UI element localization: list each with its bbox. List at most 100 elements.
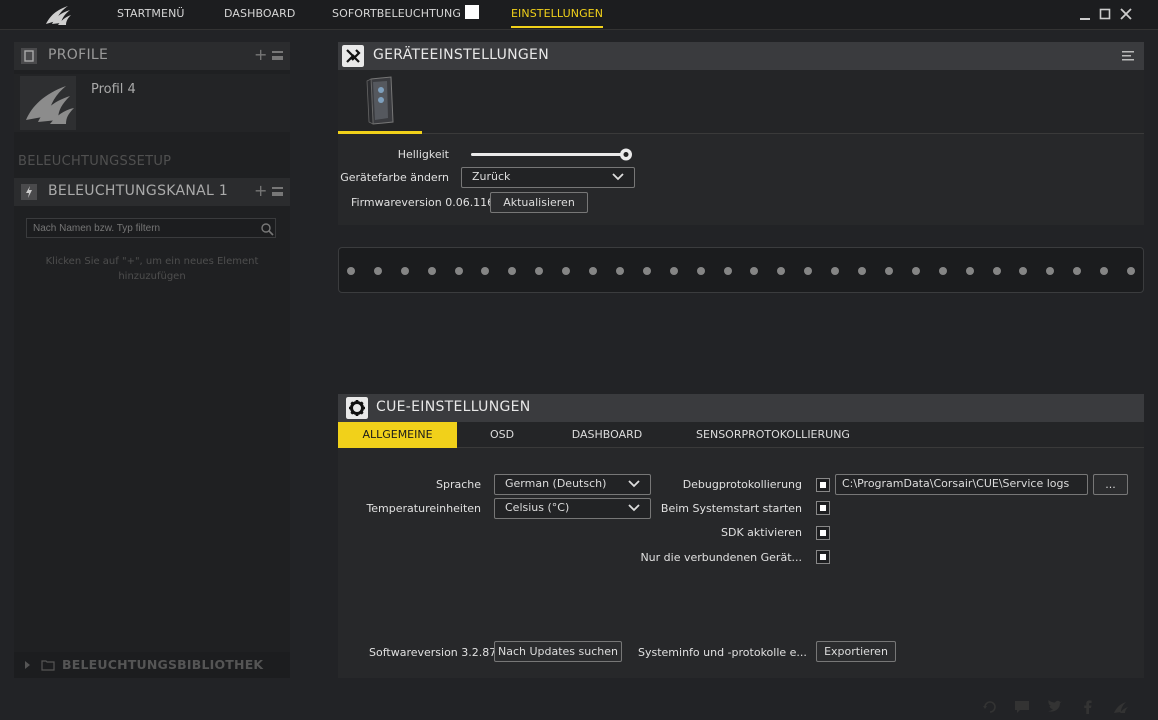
profile-name: Profil 4: [91, 82, 136, 97]
nav-dashboard[interactable]: DASHBOARD: [224, 0, 295, 28]
led-dot[interactable]: [1019, 267, 1028, 275]
add-lighting-effect-icon[interactable]: +: [254, 181, 267, 200]
panel-menu-icon[interactable]: [1122, 51, 1134, 61]
tools-icon: [342, 45, 364, 67]
cue-settings-header: CUE-EINSTELLUNGEN: [338, 394, 1144, 422]
minimize-icon[interactable]: [1078, 6, 1092, 22]
brightness-label: Helligkeit: [397, 148, 449, 161]
temperature-units-dropdown[interactable]: Celsius (°C): [494, 498, 651, 519]
firmware-version-label: Firmwareversion 0.06.116: [351, 196, 495, 209]
pc-case-icon: [366, 76, 394, 125]
led-dot[interactable]: [454, 267, 463, 275]
profile-icon: [21, 48, 37, 64]
profile-item[interactable]: Profil 4: [14, 74, 290, 132]
temperature-units-value: Celsius (°C): [505, 501, 570, 514]
led-dot[interactable]: [750, 267, 759, 275]
debug-logging-checkbox[interactable]: [816, 478, 830, 492]
browse-log-path-button[interactable]: ...: [1093, 474, 1128, 495]
debug-logging-label: Debugprotokollierung: [682, 478, 802, 491]
led-dot[interactable]: [696, 267, 705, 275]
search-icon[interactable]: [260, 222, 274, 236]
tab-dashboard[interactable]: DASHBOARD: [557, 422, 657, 448]
twitter-icon[interactable]: [1047, 700, 1063, 714]
profile-header: PROFILE +: [14, 42, 290, 70]
export-button[interactable]: Exportieren: [816, 641, 896, 662]
led-dot[interactable]: [508, 267, 517, 275]
led-dot[interactable]: [427, 267, 436, 275]
sdk-enable-checkbox[interactable]: [816, 526, 830, 540]
lighting-channel-header[interactable]: BELEUCHTUNGSKANAL 1 +: [14, 178, 290, 206]
tab-sensor-logging[interactable]: SENSORPROTOKOLLIERUNG: [688, 422, 858, 448]
led-dot[interactable]: [1100, 267, 1109, 275]
led-dot[interactable]: [965, 267, 974, 275]
nav-instant-lighting[interactable]: SOFORTBELEUCHTUNG: [332, 0, 479, 28]
temperature-units-label: Temperatureinheiten: [366, 502, 481, 515]
check-updates-button[interactable]: Nach Updates suchen: [494, 641, 622, 662]
cue-tab-bar: ALLGEMEINE OSD DASHBOARD SENSORPROTOKOLL…: [338, 422, 1144, 448]
tab-osd[interactable]: OSD: [468, 422, 536, 448]
expand-arrow-icon[interactable]: [24, 660, 32, 670]
led-dot[interactable]: [669, 267, 678, 275]
led-dot[interactable]: [373, 267, 382, 275]
led-dot[interactable]: [858, 267, 867, 275]
led-dot[interactable]: [481, 267, 490, 275]
brightness-knob-dot: [623, 152, 629, 157]
filter-input[interactable]: [26, 218, 276, 238]
device-tab-case[interactable]: [338, 70, 422, 134]
led-dot[interactable]: [589, 267, 598, 275]
led-dot[interactable]: [911, 267, 920, 275]
cue-settings-panel: CUE-EINSTELLUNGEN ALLGEMEINE OSD DASHBOA…: [338, 394, 1144, 678]
language-label: Sprache: [435, 478, 481, 491]
led-dot[interactable]: [562, 267, 571, 275]
start-on-boot-label: Beim Systemstart starten: [660, 502, 802, 515]
cue-settings-title: CUE-EINSTELLUNGEN: [376, 399, 531, 415]
add-profile-icon[interactable]: +: [254, 45, 267, 64]
led-dot[interactable]: [400, 267, 409, 275]
facebook-icon[interactable]: [1080, 700, 1096, 714]
led-dot[interactable]: [1046, 267, 1055, 275]
led-strip-preview: [338, 247, 1144, 293]
led-dot[interactable]: [723, 267, 732, 275]
connected-devices-only-label: Nur die verbundenen Gerät...: [640, 551, 802, 564]
led-dot[interactable]: [535, 267, 544, 275]
device-color-label: Gerätefarbe ändern: [340, 171, 449, 184]
led-dot[interactable]: [884, 267, 893, 275]
brightness-slider[interactable]: [469, 147, 639, 163]
profile-menu-icon[interactable]: [272, 51, 283, 60]
language-dropdown[interactable]: German (Deutsch): [494, 474, 651, 495]
led-dot[interactable]: [347, 267, 355, 275]
device-color-dropdown[interactable]: Zurück: [461, 167, 635, 188]
lighting-setup-label: BELEUCHTUNGSSETUP: [18, 154, 172, 169]
led-dot[interactable]: [642, 267, 651, 275]
language-value: German (Deutsch): [505, 477, 607, 490]
gear-icon: [346, 397, 368, 419]
corsair-sails-icon[interactable]: [1113, 700, 1129, 714]
nav-startmenu[interactable]: STARTMENÜ: [117, 0, 185, 28]
close-icon[interactable]: [1119, 6, 1133, 22]
connected-devices-only-checkbox[interactable]: [816, 550, 830, 564]
firmware-update-button[interactable]: Aktualisieren: [490, 192, 588, 213]
led-dot[interactable]: [804, 267, 813, 275]
led-dot[interactable]: [831, 267, 840, 275]
chat-icon[interactable]: [1014, 700, 1030, 714]
feedback-icon[interactable]: [982, 700, 998, 714]
start-on-boot-checkbox[interactable]: [816, 501, 830, 515]
nav-instant-lighting-label: SOFORTBELEUCHTUNG: [332, 7, 461, 20]
instant-lighting-color-swatch[interactable]: [465, 5, 479, 19]
chevron-down-icon: [612, 173, 624, 181]
corsair-logo-icon[interactable]: [44, 4, 72, 26]
led-dot[interactable]: [1127, 267, 1135, 275]
maximize-icon[interactable]: [1098, 6, 1112, 22]
debug-log-path-field[interactable]: C:\ProgramData\Corsair\CUE\Service logs: [835, 474, 1088, 495]
sdk-enable-label: SDK aktivieren: [721, 526, 802, 539]
nav-settings[interactable]: EINSTELLUNGEN: [511, 0, 604, 28]
led-dot[interactable]: [938, 267, 947, 275]
lighting-library-header[interactable]: BELEUCHTUNGSBIBLIOTHEK: [14, 652, 290, 678]
led-dot[interactable]: [1073, 267, 1082, 275]
led-dot[interactable]: [777, 267, 786, 275]
led-dot[interactable]: [615, 267, 624, 275]
led-dot[interactable]: [992, 267, 1001, 275]
lighting-channel-title: BELEUCHTUNGSKANAL 1: [48, 183, 229, 199]
tab-general[interactable]: ALLGEMEINE: [338, 422, 457, 448]
lighting-channel-menu-icon[interactable]: [272, 187, 283, 196]
